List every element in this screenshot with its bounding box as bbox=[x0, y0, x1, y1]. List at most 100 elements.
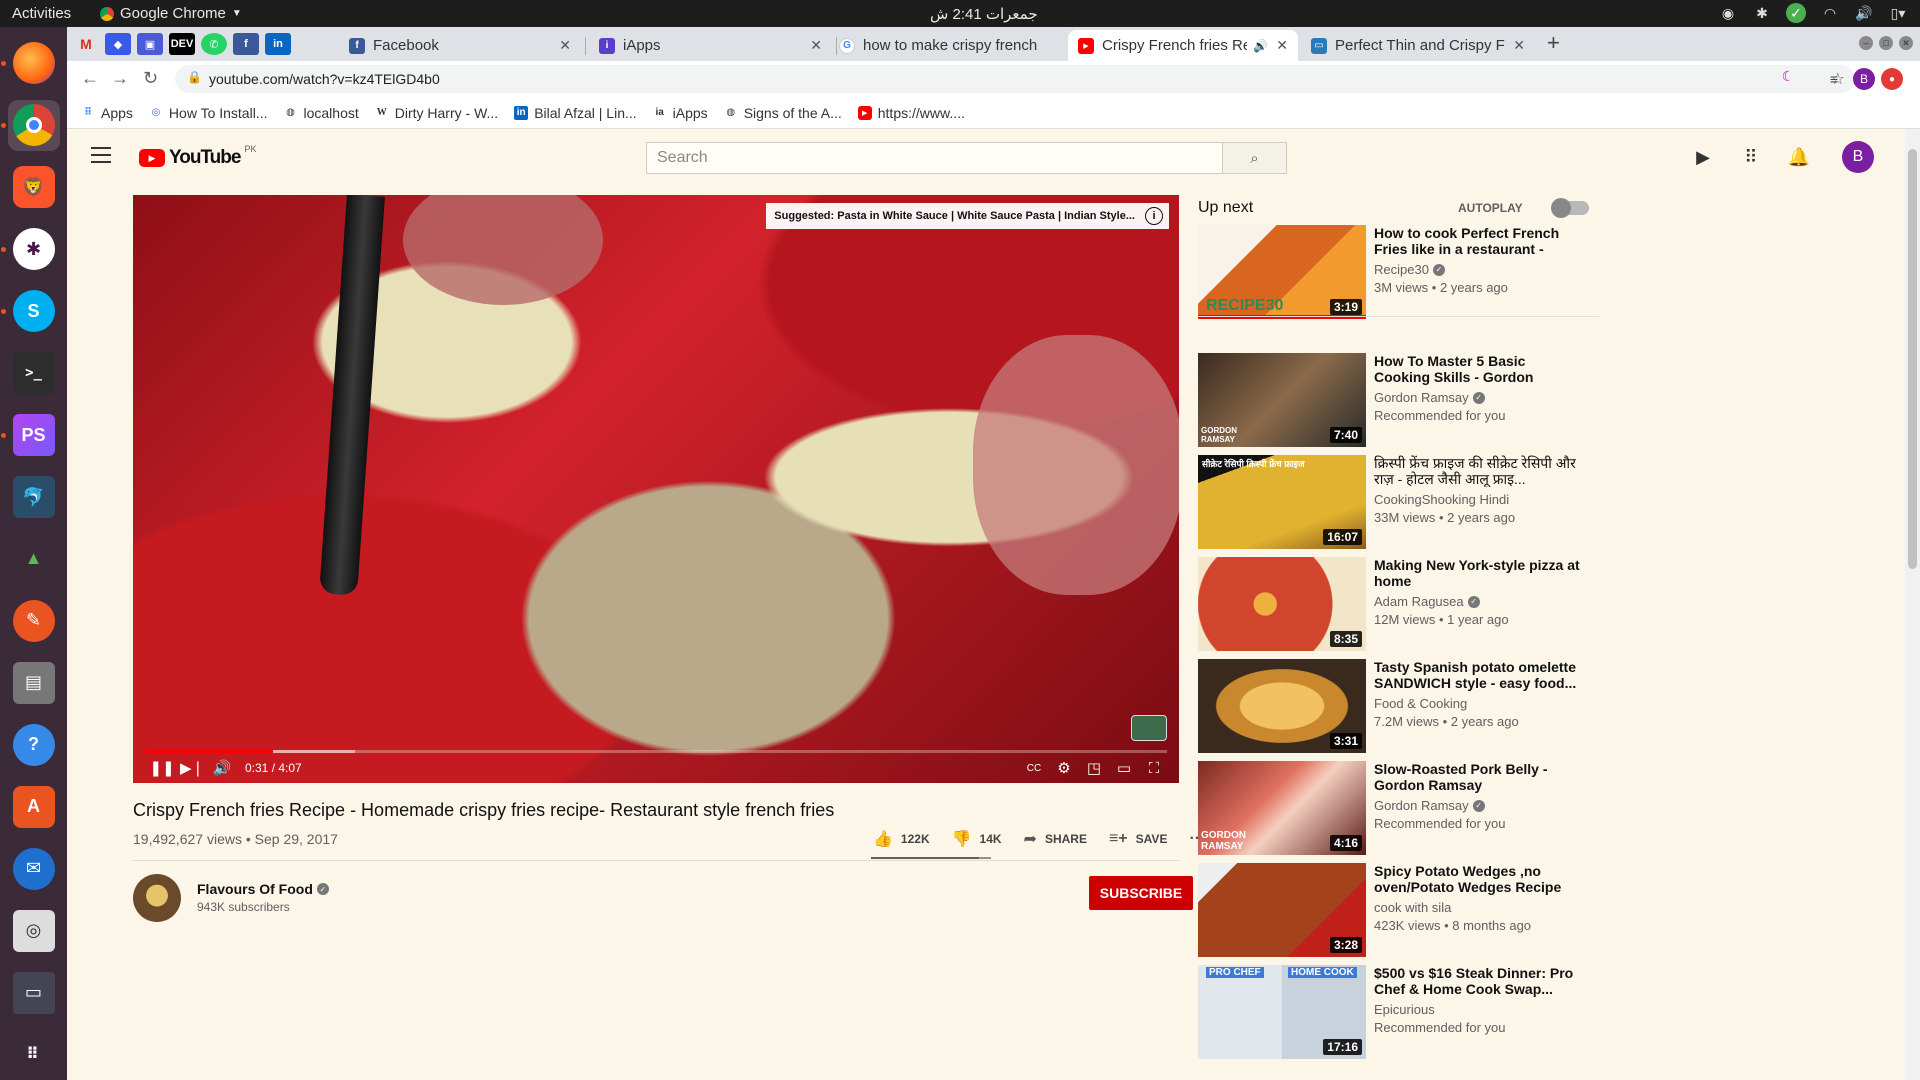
dock-phpstorm[interactable]: PS bbox=[0, 410, 60, 461]
tab-facebook[interactable]: f Facebook ✕ bbox=[339, 30, 581, 61]
account-avatar[interactable]: B bbox=[1842, 141, 1874, 173]
minimize-button[interactable]: – bbox=[1859, 36, 1873, 50]
video-title[interactable]: $500 vs $16 Steak Dinner: Pro Chef & Hom… bbox=[1374, 965, 1584, 997]
pinned-tab-plex[interactable]: ◆ bbox=[105, 33, 131, 55]
video-title[interactable]: How to cook Perfect French Fries like in… bbox=[1374, 225, 1584, 258]
dock-screen[interactable]: ▭ bbox=[8, 967, 60, 1018]
dock-thunderbird[interactable]: ✉ bbox=[8, 843, 60, 894]
video-title[interactable]: How To Master 5 Basic Cooking Skills - G… bbox=[1374, 353, 1584, 386]
dock-scratch[interactable]: ✎ bbox=[8, 595, 60, 646]
recommended-video[interactable]: RECIPE30 3:19 How to cook Perfect French… bbox=[1198, 225, 1608, 319]
battery-icon[interactable]: ▯▾ bbox=[1888, 3, 1908, 23]
fullscreen-icon[interactable]: ⛶ bbox=[1139, 756, 1169, 780]
close-icon[interactable]: ✕ bbox=[559, 37, 571, 54]
lock-icon[interactable]: 🔒 bbox=[187, 70, 202, 84]
tab-iapps[interactable]: i iApps ✕ bbox=[589, 30, 832, 61]
dock-inkscape[interactable]: ▲ bbox=[8, 534, 60, 585]
close-icon[interactable]: ✕ bbox=[1276, 37, 1288, 54]
activities-button[interactable]: Activities bbox=[12, 5, 71, 22]
clock[interactable]: جمعرات 2:41 ش bbox=[930, 5, 1038, 23]
next-icon[interactable]: ▶❘ bbox=[177, 756, 207, 780]
tab-youtube-active[interactable]: ▶ Crispy French fries Rec 🔊 ✕ bbox=[1068, 30, 1298, 61]
volume-icon[interactable]: 🔊 bbox=[207, 756, 237, 780]
info-icon[interactable]: i bbox=[1145, 207, 1163, 225]
video-thumbnail[interactable]: 3:31 bbox=[1198, 659, 1366, 753]
pinned-tab-linkedin[interactable]: in bbox=[265, 33, 291, 55]
video-thumbnail[interactable]: 3:28 bbox=[1198, 863, 1366, 957]
video-title[interactable]: Spicy Potato Wedges ,no oven/Potato Wedg… bbox=[1374, 863, 1584, 895]
recommended-video[interactable]: सीक्रेट रेसिपी क्रिस्पी फ्रेंच फ्राइज 16… bbox=[1198, 455, 1608, 549]
slack-tray-icon[interactable]: ✱ bbox=[1752, 3, 1772, 23]
profile-avatar[interactable]: B bbox=[1853, 68, 1875, 90]
pinned-tab-whatsapp[interactable]: ✆ bbox=[201, 33, 227, 55]
recommended-video[interactable]: GORDON RAMSAY 7:40 How To Master 5 Basic … bbox=[1198, 353, 1608, 447]
like-button[interactable]: 👍 122K bbox=[873, 829, 930, 849]
dock-terminal[interactable]: >_ bbox=[8, 348, 60, 399]
search-input[interactable]: Search bbox=[646, 142, 1223, 174]
dock-help[interactable]: ? bbox=[8, 719, 60, 770]
video-thumbnail[interactable]: PRO CHEF HOME COOK 17:16 bbox=[1198, 965, 1366, 1059]
bookmark-linkedin[interactable]: in Bilal Afzal | Lin... bbox=[514, 105, 637, 121]
scrollbar-thumb[interactable] bbox=[1908, 149, 1917, 569]
audio-playing-icon[interactable]: 🔊 bbox=[1253, 39, 1268, 53]
dock-brave[interactable]: 🦁 bbox=[8, 162, 60, 213]
reload-button[interactable]: ↻ bbox=[143, 68, 158, 89]
notifications-bell-icon[interactable]: 🔔 bbox=[1787, 145, 1811, 169]
recommended-video[interactable]: 3:31 Tasty Spanish potato omelette SANDW… bbox=[1198, 659, 1608, 753]
dock-software-center[interactable]: A bbox=[8, 781, 60, 832]
apps-grid-icon[interactable]: ⠿ bbox=[1739, 145, 1763, 169]
back-button[interactable]: ← bbox=[81, 68, 99, 89]
recommended-video[interactable]: GORDON RAMSAY 4:16 Slow-Roasted Pork Bell… bbox=[1198, 761, 1608, 855]
new-tab-button[interactable]: + bbox=[1547, 30, 1560, 56]
bookmark-localhost[interactable]: ◍ localhost bbox=[283, 105, 359, 121]
pinned-tab-gmail[interactable]: M bbox=[73, 33, 99, 55]
maximize-button[interactable]: □ bbox=[1879, 36, 1893, 50]
channel-watermark[interactable] bbox=[1131, 715, 1167, 741]
dark-reader-icon[interactable]: ☾ bbox=[1777, 65, 1799, 87]
forward-button[interactable]: → bbox=[111, 68, 129, 89]
bookmark-dirty-harry[interactable]: W Dirty Harry - W... bbox=[375, 105, 498, 121]
media-queue-icon[interactable]: ≡ bbox=[1823, 68, 1845, 90]
dock-slack[interactable]: ✱ bbox=[0, 224, 60, 275]
suggested-video-card[interactable]: Suggested: Pasta in White Sauce | White … bbox=[766, 203, 1169, 229]
video-title[interactable]: Making New York-style pizza at home bbox=[1374, 557, 1584, 589]
video-title[interactable]: क्रिस्पी फ्रेंच फ्राइज की सीक्रेट रेसिपी… bbox=[1374, 455, 1584, 487]
dock-mysql-workbench[interactable]: 🐬 bbox=[8, 472, 60, 523]
video-title[interactable]: Slow-Roasted Pork Belly - Gordon Ramsay bbox=[1374, 761, 1584, 793]
dock-show-apps[interactable]: ⠿ bbox=[8, 1029, 60, 1080]
autoplay-toggle[interactable] bbox=[1551, 198, 1589, 218]
page-scrollbar[interactable] bbox=[1905, 129, 1920, 1080]
bookmark-iapps[interactable]: ia iApps bbox=[653, 105, 707, 121]
dislike-button[interactable]: 👎 14K bbox=[952, 829, 1002, 849]
share-button[interactable]: ➦ SHARE bbox=[1024, 829, 1087, 849]
bookmark-how-to-install[interactable]: ◎ How To Install... bbox=[149, 105, 268, 121]
update-check-icon[interactable]: ✓ bbox=[1786, 3, 1806, 23]
app-menu[interactable]: Google Chrome ▼ bbox=[100, 5, 242, 22]
youtube-logo[interactable]: ▶ YouTube PK bbox=[139, 144, 256, 169]
recommended-video[interactable]: 8:35 Making New York-style pizza at home… bbox=[1198, 557, 1608, 651]
menu-icon[interactable] bbox=[91, 147, 111, 168]
subscribe-button[interactable]: SUBSCRIBE bbox=[1089, 876, 1193, 910]
obs-icon[interactable]: ◉ bbox=[1718, 3, 1738, 23]
dock-chrome[interactable] bbox=[0, 99, 60, 151]
video-thumbnail[interactable]: 8:35 bbox=[1198, 557, 1366, 651]
theater-mode-icon[interactable]: ▭ bbox=[1109, 756, 1139, 780]
pinned-tab-dev[interactable]: DEV bbox=[169, 33, 195, 55]
dock-skype[interactable]: S bbox=[0, 286, 60, 337]
settings-gear-icon[interactable]: ⚙ bbox=[1049, 756, 1079, 780]
miniplayer-icon[interactable]: ◳ bbox=[1079, 756, 1109, 780]
video-thumbnail[interactable]: GORDON RAMSAY 7:40 bbox=[1198, 353, 1366, 447]
pause-icon[interactable]: ❚❚ bbox=[147, 756, 177, 780]
close-window-button[interactable]: ✕ bbox=[1899, 36, 1913, 50]
recommended-video[interactable]: PRO CHEF HOME COOK 17:16 $500 vs $16 Ste… bbox=[1198, 965, 1608, 1059]
video-thumbnail[interactable]: GORDON RAMSAY 4:16 bbox=[1198, 761, 1366, 855]
close-icon[interactable]: ✕ bbox=[810, 37, 822, 54]
captions-icon[interactable]: CC bbox=[1019, 756, 1049, 780]
dock-rhythmbox[interactable]: ◎ bbox=[8, 905, 60, 956]
video-title[interactable]: Tasty Spanish potato omelette SANDWICH s… bbox=[1374, 659, 1584, 691]
extension-icon[interactable]: ● bbox=[1881, 68, 1903, 90]
dock-firefox[interactable] bbox=[0, 38, 60, 89]
wifi-icon[interactable]: ◠ bbox=[1820, 3, 1840, 23]
video-thumbnail[interactable]: RECIPE30 3:19 bbox=[1198, 225, 1366, 319]
tab-perfect-fries[interactable]: ▭ Perfect Thin and Crispy Fr ✕ bbox=[1301, 30, 1535, 61]
